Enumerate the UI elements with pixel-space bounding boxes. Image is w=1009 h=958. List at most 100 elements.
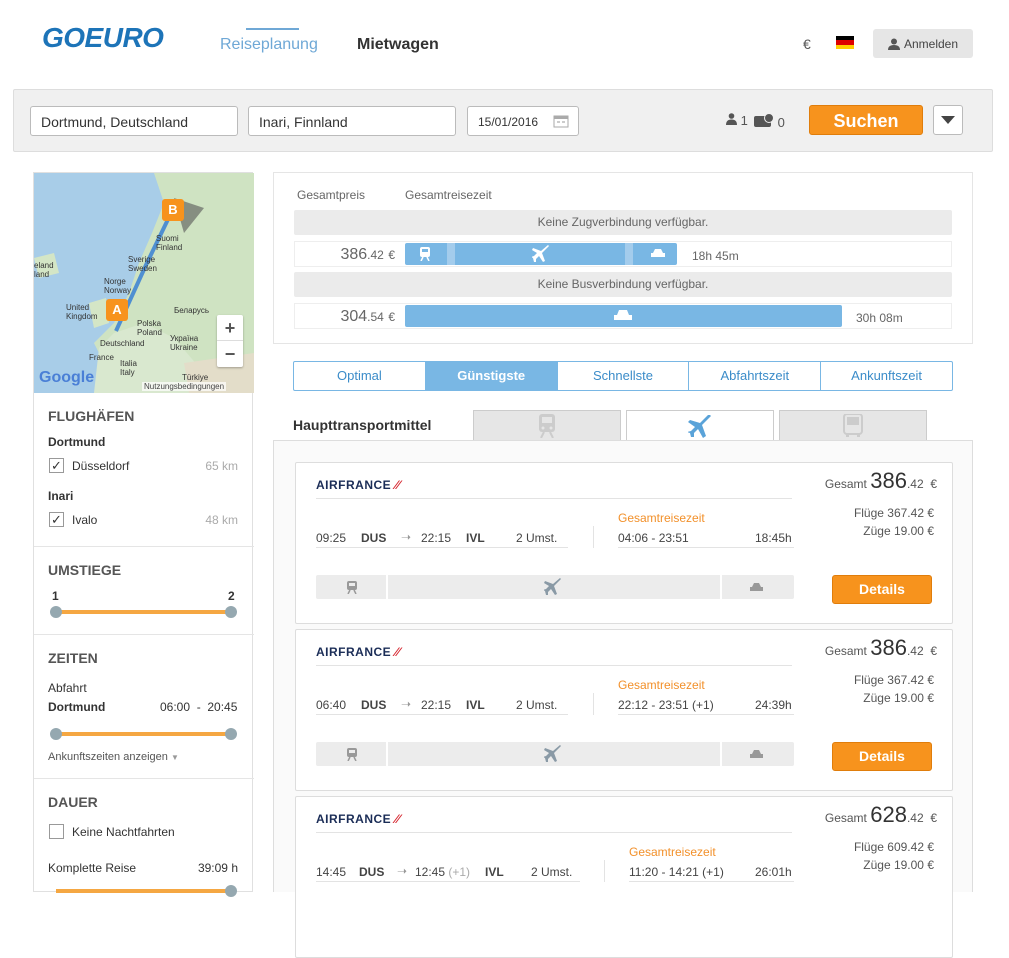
map-marker-b[interactable]: B xyxy=(162,199,184,221)
time-range: 04:06 - 23:51 xyxy=(618,531,689,545)
departure-time: 09:25 xyxy=(316,531,347,545)
duration-slider-handle[interactable] xyxy=(225,885,237,897)
arrival-time-value: 22:15 xyxy=(421,698,452,712)
journey-segments xyxy=(316,575,794,599)
price-decimal: .42 xyxy=(906,811,924,825)
segment-separator xyxy=(386,575,388,599)
search-button[interactable]: Suchen xyxy=(809,105,923,135)
departure-place: Dortmund xyxy=(48,700,106,714)
tab-cheapest[interactable]: Günstigste xyxy=(425,362,558,390)
arrival-code: IVL xyxy=(466,531,485,545)
header: GOEURO Reiseplanung Mietwagen € Anmelden xyxy=(0,0,1009,88)
departure-from: 06:00 xyxy=(160,700,191,714)
total-time-label: Gesamtreisezeit xyxy=(618,678,705,692)
stops-slider[interactable] xyxy=(50,606,237,618)
duration-slider[interactable] xyxy=(56,885,237,897)
departure-city: Dortmund xyxy=(48,435,106,449)
tab-arrival[interactable]: Ankunftszeit xyxy=(821,362,952,390)
ivalo-checkbox[interactable]: ✓ xyxy=(49,512,64,527)
arrival-city: Inari xyxy=(48,489,74,503)
flight-summary-price: 386.42 € xyxy=(315,246,395,264)
zoom-out-button[interactable]: − xyxy=(217,341,243,367)
car-price-decimal: .54 xyxy=(367,310,384,324)
divider xyxy=(604,860,605,882)
nav-mietwagen[interactable]: Mietwagen xyxy=(357,36,439,54)
details-button[interactable]: Details xyxy=(832,742,932,771)
german-flag-icon[interactable] xyxy=(836,36,854,49)
transport-tab-flight[interactable] xyxy=(626,410,774,442)
caret-down-icon: ▼ xyxy=(170,753,179,762)
flight-price: Flüge 367.42 € xyxy=(853,673,934,687)
to-input[interactable]: Inari, Finnland xyxy=(248,106,456,136)
result-card[interactable]: AIRFRANCE ⁄⁄ Gesamtreisezeit 06:40 DUS ➝… xyxy=(295,629,953,791)
nav-reiseplanung[interactable]: Reiseplanung xyxy=(220,36,318,54)
discount-card-count[interactable]: 0 xyxy=(754,113,785,130)
stops-title: UMSTIEGE xyxy=(48,562,122,578)
train-icon xyxy=(347,748,357,761)
departure-slider-max-handle[interactable] xyxy=(225,728,237,740)
passenger-count[interactable]: 1 xyxy=(726,113,748,128)
stops-slider-min-handle[interactable] xyxy=(50,606,62,618)
chevron-down-icon xyxy=(941,116,955,124)
departure-separator: - xyxy=(196,700,201,714)
divider xyxy=(593,693,594,715)
from-input[interactable]: Dortmund, Deutschland xyxy=(30,106,238,136)
divider xyxy=(316,498,792,499)
map-label-italy: Italia Italy xyxy=(120,359,137,377)
map-label-germany: Deutschland xyxy=(100,339,145,348)
login-button[interactable]: Anmelden xyxy=(873,29,973,58)
map-marker-a[interactable]: A xyxy=(106,299,128,321)
flight-price-main: 386 xyxy=(340,246,368,263)
map-label-france: France xyxy=(89,353,114,362)
divider xyxy=(34,546,254,547)
stops-slider-max-handle[interactable] xyxy=(225,606,237,618)
date-input[interactable]: 15/01/2016 xyxy=(467,106,579,136)
departure-time-slider[interactable] xyxy=(50,728,237,740)
airline-swoosh-icon: ⁄⁄ xyxy=(395,645,401,659)
tab-optimal[interactable]: Optimal xyxy=(294,362,426,390)
transport-tab-train[interactable] xyxy=(473,410,621,441)
price-main: 386 xyxy=(870,635,907,660)
departure-range: 06:00 - 20:45 xyxy=(160,700,237,714)
zoom-in-button[interactable]: + xyxy=(217,315,243,341)
total-prefix: Gesamt xyxy=(824,644,867,658)
flight-summary-row[interactable]: 386.42 € 18h 45m xyxy=(294,241,952,267)
flight-price: Flüge 367.42 € xyxy=(853,506,934,520)
tab-fastest[interactable]: Schnellste xyxy=(558,362,690,390)
currency-selector[interactable]: € xyxy=(803,36,811,52)
departure-code: DUS xyxy=(361,531,387,545)
plane-icon xyxy=(688,414,711,438)
arrival-code: IVL xyxy=(485,865,504,879)
col-time-label: Gesamtreisezeit xyxy=(405,188,492,202)
plane-icon xyxy=(544,578,561,595)
map-label-norway: Norge Norway xyxy=(104,277,132,295)
divider xyxy=(316,547,568,548)
departure-code: DUS xyxy=(361,698,387,712)
price-currency: € xyxy=(930,811,937,825)
dusseldorf-checkbox[interactable]: ✓ xyxy=(49,458,64,473)
result-card[interactable]: AIRFRANCE ⁄⁄ Gesamtreisezeit 14:45 DUS ➝… xyxy=(295,796,953,958)
car-summary-row[interactable]: 304.54 € 30h 08m xyxy=(294,303,952,329)
price-currency: € xyxy=(930,477,937,491)
date-value: 15/01/2016 xyxy=(478,115,539,129)
result-card[interactable]: AIRFRANCE ⁄⁄ Gesamtreisezeit 09:25 DUS ➝… xyxy=(295,462,953,624)
details-button[interactable]: Details xyxy=(832,575,932,604)
no-night-checkbox[interactable] xyxy=(49,824,64,839)
map-terms-link[interactable]: Nutzungsbedingungen xyxy=(142,382,227,391)
goeuro-logo[interactable]: GOEURO xyxy=(42,22,164,54)
duration: 18:45h xyxy=(755,531,792,545)
arrival-time: 22:15 xyxy=(421,698,451,712)
stops-max-label: 2 xyxy=(228,589,235,603)
transport-tab-bus[interactable] xyxy=(779,410,927,441)
price-main: 628 xyxy=(870,802,907,827)
divider xyxy=(34,634,254,635)
adults-value: 1 xyxy=(740,113,748,128)
departure-slider-min-handle[interactable] xyxy=(50,728,62,740)
expand-search-button[interactable] xyxy=(933,105,963,135)
route-map[interactable]: Suomi Finland Sverige Sweden Norge Norway U… xyxy=(34,173,254,393)
show-arrival-times-link[interactable]: Ankunftszeiten anzeigen ▼ xyxy=(48,751,179,763)
car-icon xyxy=(750,583,763,591)
tab-departure[interactable]: Abfahrtszeit xyxy=(689,362,822,390)
map-label-poland: Polska Poland xyxy=(137,319,162,337)
divider xyxy=(618,547,794,548)
